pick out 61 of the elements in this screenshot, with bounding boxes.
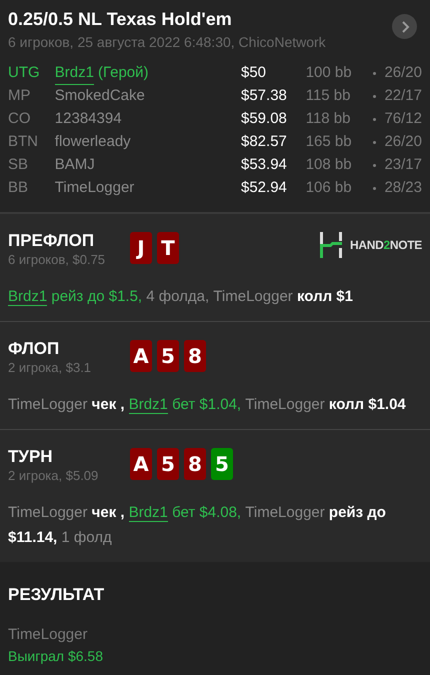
player-stack: $82.57 — [241, 132, 288, 152]
player-stats: 23/17 — [384, 155, 422, 176]
action-line: TimeLogger чек , Brdz1 бет $4.08, TimeLogger рейз до $11.14, 1 фолд — [8, 503, 387, 548]
playing-card: 8 — [184, 340, 206, 372]
logo-text: HAND2NOTE — [350, 237, 422, 254]
winner-name: TimeLogger — [8, 624, 88, 644]
playing-card: T — [157, 232, 179, 264]
player-name: 12384394 — [54, 109, 122, 130]
player-stats: 22/17 — [384, 86, 422, 106]
hand-subtitle: 6 игроков, 25 августа 2022 6:48:30, ChicoNetwork — [8, 33, 327, 52]
player-bb: 100 bb — [306, 63, 353, 84]
player-position: UTG — [8, 63, 41, 84]
street-info: 2 игрока, $5.09 — [8, 468, 100, 484]
result-title: РЕЗУЛЬТАТ — [8, 584, 106, 606]
playing-card: A — [130, 340, 152, 372]
player-position: SB — [8, 155, 30, 176]
player-stack: $59.08 — [241, 109, 288, 130]
action-line: TimeLogger чек , Brdz1 бет $1.04, TimeLogger колл $1.04 — [8, 395, 407, 416]
hand-title: 0.25/0.5 NL Texas Hold'em — [8, 8, 233, 30]
playing-card: 5 — [157, 448, 179, 480]
player-stack: $53.94 — [241, 155, 288, 176]
street-title: ФЛОП — [8, 338, 60, 360]
playing-card: 5 — [157, 340, 179, 372]
player-stats: 76/12 — [384, 109, 422, 130]
street-info: 2 игрока, $3.1 — [8, 360, 92, 376]
playing-card: 5 — [211, 448, 233, 480]
player-position: BB — [8, 178, 30, 198]
player-position: BTN — [8, 132, 39, 152]
logo-icon — [320, 232, 342, 258]
player-stats: 28/23 — [384, 178, 422, 198]
hero-tag: (Герой) — [98, 62, 148, 86]
street-info: 6 игроков, $0.75 — [8, 252, 106, 268]
player-link[interactable]: Brdz1 — [54, 62, 94, 86]
player-bb: 115 bb — [306, 86, 352, 106]
player-bb: 118 bb — [306, 109, 352, 130]
playing-card: 8 — [184, 448, 206, 480]
player-stack: $57.38 — [241, 86, 288, 106]
player-bb: 106 bb — [306, 178, 353, 198]
street-title: ТУРН — [8, 446, 54, 468]
player-link[interactable]: Brdz1 — [128, 504, 168, 522]
street-title: ПРЕФЛОП — [8, 230, 96, 252]
player-link[interactable]: Brdz1 — [128, 396, 168, 414]
player-bb: 165 bb — [306, 132, 353, 152]
player-name: TimeLogger — [54, 178, 134, 198]
player-stack: $50 — [241, 63, 268, 84]
player-name: flowerleady — [54, 132, 131, 152]
playing-card: J — [130, 232, 152, 264]
player-name: BAMJ — [54, 155, 95, 176]
player-bb: 108 bb — [306, 155, 353, 176]
win-amount: Выиграл $6.58 — [8, 647, 104, 666]
action-line: Brdz1 рейз до $1.5, 4 фолда, TimeLogger колл $1 — [8, 287, 354, 308]
player-name: SmokedCake — [54, 86, 145, 106]
next-button[interactable] — [392, 14, 417, 39]
player-position: MP — [8, 86, 32, 106]
chevron-right-icon — [400, 20, 410, 32]
player-stats: 26/20 — [384, 63, 422, 84]
player-position: CO — [8, 109, 32, 130]
playing-card: A — [130, 448, 152, 480]
player-stack: $52.94 — [241, 178, 288, 198]
player-stats: 26/20 — [384, 132, 422, 152]
player-link[interactable]: Brdz1 — [8, 288, 48, 306]
